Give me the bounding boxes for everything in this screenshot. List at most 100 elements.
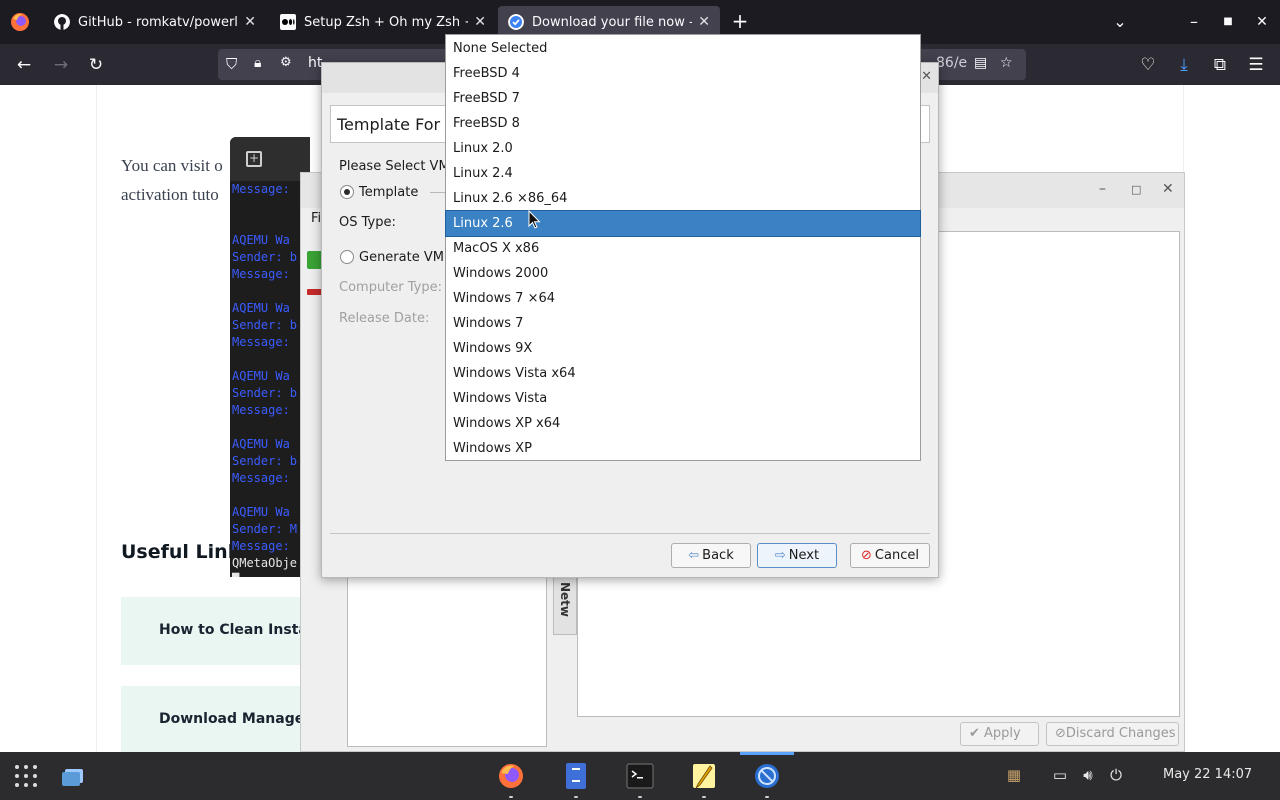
- next-arrow-icon: ⇨: [774, 548, 786, 563]
- new-tab-icon[interactable]: +: [246, 151, 262, 167]
- terminal-line: AQEMU Wa: [232, 505, 290, 519]
- close-tab-icon[interactable]: ✕: [468, 14, 486, 30]
- close-dialog-icon[interactable]: ✕: [921, 69, 932, 84]
- os-option[interactable]: Linux 2.0: [446, 136, 920, 161]
- os-option[interactable]: Linux 2.4: [446, 161, 920, 186]
- os-option[interactable]: FreeBSD 4: [446, 61, 920, 86]
- volume-icon[interactable]: 🔊︎: [1078, 766, 1098, 784]
- terminal-header: +: [230, 137, 310, 181]
- bookmark-star-icon[interactable]: ☆: [1000, 55, 1013, 71]
- terminal-line: AQEMU Wa: [232, 437, 290, 451]
- os-option[interactable]: Windows Vista x64: [446, 361, 920, 386]
- link-card-clean-install[interactable]: How to Clean Install: [121, 597, 317, 665]
- reload-icon[interactable]: ↻: [85, 54, 107, 76]
- running-indicator: [702, 796, 706, 798]
- permissions-icon[interactable]: ⚙: [280, 55, 292, 70]
- os-option[interactable]: Windows 7 ×64: [446, 286, 920, 311]
- apply-button[interactable]: ✔ Apply: [960, 722, 1039, 746]
- app-menu-icon[interactable]: ☰: [1245, 54, 1267, 76]
- clock[interactable]: May 22 14:07: [1163, 767, 1252, 782]
- generate-vm-label[interactable]: Generate VM: [359, 250, 444, 265]
- pocket-icon[interactable]: ♡: [1137, 54, 1159, 76]
- terminal-line: Message:: [232, 182, 290, 196]
- os-option[interactable]: Windows 7: [446, 311, 920, 336]
- tab-title: GitHub - romkatv/powerle: [78, 14, 239, 30]
- generate-vm-radio[interactable]: [340, 250, 354, 264]
- os-option[interactable]: FreeBSD 8: [446, 111, 920, 136]
- running-indicator: [765, 796, 769, 798]
- back-button[interactable]: ⇦ Back: [671, 543, 751, 568]
- lock-icon[interactable]: 🔒︎: [254, 55, 261, 71]
- close-window-icon[interactable]: ✕: [1162, 181, 1174, 197]
- maximize-window-icon[interactable]: ■: [1218, 12, 1238, 32]
- terminal-line: Sender: M: [232, 522, 298, 536]
- os-option[interactable]: Linux 2.6 ×86_64: [446, 186, 920, 211]
- link-card-label: Download Manager: [159, 711, 312, 727]
- new-tab-button[interactable]: +: [729, 11, 751, 31]
- medium-icon: [280, 14, 296, 30]
- close-window-icon[interactable]: ✕: [1252, 12, 1272, 32]
- forward-icon[interactable]: →: [50, 54, 72, 76]
- vm-manager-icon[interactable]: [753, 762, 781, 790]
- firefox-menu-icon[interactable]: [8, 10, 32, 34]
- terminal-output: Message: AQEMU Wa Sender: b Message: AQEMU…: [230, 181, 310, 577]
- extensions-icon[interactable]: ⧉: [1209, 54, 1231, 76]
- os-option[interactable]: None Selected: [446, 36, 920, 61]
- firefox-icon[interactable]: [497, 762, 525, 790]
- cancel-button[interactable]: ⊘ Cancel: [850, 543, 930, 568]
- app-grid-icon[interactable]: [12, 762, 40, 790]
- discard-changes-button[interactable]: ⊘Discard Changes: [1046, 722, 1179, 746]
- os-option[interactable]: Windows XP x64: [446, 411, 920, 436]
- tab-network[interactable]: Netw: [553, 577, 577, 635]
- maximize-window-icon[interactable]: □: [1131, 183, 1141, 196]
- group-line: [430, 192, 446, 193]
- power-icon[interactable]: ⏻: [1106, 766, 1126, 784]
- cancel-button-label: Cancel: [874, 548, 919, 563]
- clipboard-icon[interactable]: ▦: [1004, 766, 1024, 784]
- link-card-download-manager[interactable]: Download Manager: [121, 686, 311, 754]
- next-button-label: Next: [788, 548, 820, 563]
- template-radio-label[interactable]: Template: [359, 185, 418, 200]
- display-icon[interactable]: ▭: [1050, 766, 1070, 784]
- os-option[interactable]: Windows 9X: [446, 336, 920, 361]
- list-all-tabs-icon[interactable]: ⌄: [1110, 12, 1130, 32]
- os-type-label: OS Type:: [339, 215, 396, 230]
- terminal-line: Message:: [232, 335, 290, 349]
- url-text-tail: 86/e: [936, 55, 968, 71]
- os-option[interactable]: FreeBSD 7: [446, 86, 920, 111]
- os-option[interactable]: Windows Vista: [446, 386, 920, 411]
- back-arrow-icon: ⇦: [688, 548, 700, 563]
- minimize-window-icon[interactable]: –: [1184, 12, 1204, 32]
- text-editor-icon[interactable]: [690, 762, 718, 790]
- vm-menu-file[interactable]: Fi: [311, 211, 321, 226]
- cancel-icon: ⊘: [861, 548, 872, 563]
- release-date-label: Release Date:: [339, 311, 430, 326]
- next-button[interactable]: ⇨ Next: [757, 543, 837, 568]
- downloads-icon[interactable]: ⤓: [1173, 54, 1195, 76]
- os-option[interactable]: Windows 2000: [446, 261, 920, 286]
- terminal-line: Message:: [232, 539, 290, 553]
- back-icon[interactable]: ←: [13, 54, 35, 76]
- os-option[interactable]: Linux 2.6: [445, 210, 921, 237]
- terminal-window[interactable]: + Message: AQEMU Wa Sender: b Message: AQE…: [230, 137, 310, 577]
- terminal-line: QMetaObje: [232, 556, 298, 570]
- terminal-line: Sender: b: [232, 386, 298, 400]
- terminal-line: Message:: [232, 471, 290, 485]
- template-radio[interactable]: [340, 185, 354, 199]
- reader-view-icon[interactable]: ▤: [974, 55, 987, 71]
- file-manager-icon[interactable]: [562, 762, 590, 790]
- tab-title: Download your file now -: [532, 14, 693, 30]
- terminal-icon[interactable]: [626, 762, 654, 790]
- window-overview-icon[interactable]: [60, 762, 88, 790]
- tab-github[interactable]: GitHub - romkatv/powerle ✕: [44, 6, 266, 38]
- active-app-underline: [740, 752, 794, 755]
- close-tab-icon[interactable]: ✕: [238, 14, 256, 30]
- shield-icon[interactable]: ⛉: [226, 55, 237, 73]
- os-type-dropdown-list[interactable]: None Selected FreeBSD 4 FreeBSD 7 FreeBSD 8…: [445, 34, 921, 461]
- back-button-label: Back: [702, 548, 734, 563]
- os-option[interactable]: MacOS X x86: [446, 236, 920, 261]
- minimize-window-icon[interactable]: –: [1099, 181, 1106, 197]
- os-option[interactable]: Windows XP: [446, 436, 920, 461]
- close-tab-icon[interactable]: ✕: [692, 14, 710, 30]
